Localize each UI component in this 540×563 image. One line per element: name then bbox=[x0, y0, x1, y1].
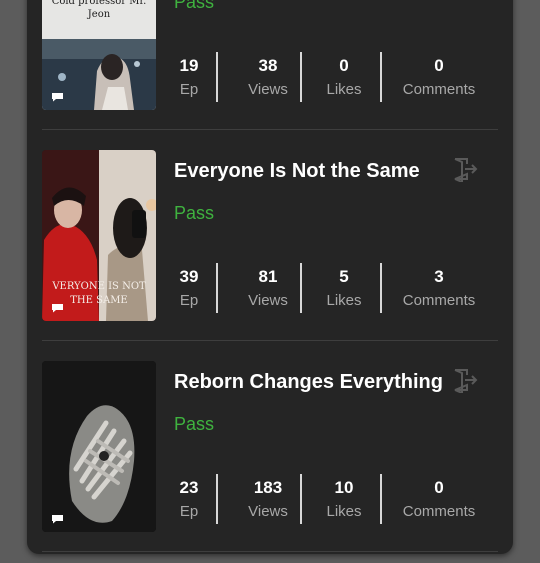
stat-views: 183 Views bbox=[228, 474, 308, 524]
stat-likes: 5 Likes bbox=[314, 263, 374, 313]
story-stats: 39 Ep 81 Views 5 Likes 3 Comments bbox=[174, 263, 498, 313]
stat-label: Ep bbox=[179, 81, 199, 98]
stat-divider bbox=[300, 474, 302, 524]
story-title[interactable]: Reborn Changes Everything bbox=[174, 370, 444, 394]
stat-value: 81 bbox=[258, 267, 278, 286]
story-cover[interactable]: VERYONE IS NOT THE SAME bbox=[42, 150, 156, 321]
stat-label: Comments bbox=[402, 81, 476, 98]
stat-likes: 0 Likes bbox=[314, 52, 374, 102]
card-divider bbox=[42, 340, 498, 341]
stat-label: Likes bbox=[326, 503, 362, 520]
stat-label: Ep bbox=[179, 292, 199, 309]
stat-label: Comments bbox=[402, 503, 476, 520]
stat-label: Views bbox=[248, 81, 288, 98]
stat-value: 0 bbox=[339, 56, 349, 75]
stat-label: Likes bbox=[326, 81, 362, 98]
story-cover[interactable]: Cold professor Mr. Jeon bbox=[42, 0, 156, 110]
stat-value: 0 bbox=[434, 56, 444, 75]
stat-label: Ep bbox=[179, 503, 199, 520]
stat-value: 10 bbox=[334, 478, 354, 497]
story-cover[interactable] bbox=[42, 361, 156, 532]
cover-text: Cold professor Mr. Jeon bbox=[51, 0, 147, 20]
stat-value: 23 bbox=[179, 478, 199, 497]
stat-comments: 0 Comments bbox=[394, 52, 484, 102]
chat-icon bbox=[52, 515, 63, 524]
story-list-panel: Cold professor Mr. Jeon Pass 19 Ep 38 Vi… bbox=[27, 0, 513, 554]
story-status: Pass bbox=[174, 414, 215, 434]
stat-divider bbox=[300, 52, 302, 102]
chat-icon bbox=[52, 93, 63, 102]
stat-episodes: 19 Ep bbox=[174, 52, 204, 102]
stat-divider bbox=[380, 52, 382, 102]
story-card[interactable]: VERYONE IS NOT THE SAME Everyone Is Not … bbox=[42, 150, 498, 341]
stat-divider bbox=[216, 474, 218, 524]
stat-views: 38 Views bbox=[228, 52, 308, 102]
stat-divider bbox=[300, 263, 302, 313]
exit-icon[interactable] bbox=[452, 367, 478, 393]
card-divider bbox=[42, 551, 498, 552]
stat-episodes: 23 Ep bbox=[174, 474, 204, 524]
story-status: Pass bbox=[174, 203, 215, 223]
stat-label: Views bbox=[248, 292, 288, 309]
stat-views: 81 Views bbox=[228, 263, 308, 313]
stat-value: 39 bbox=[179, 267, 199, 286]
stat-likes: 10 Likes bbox=[314, 474, 374, 524]
stat-label: Views bbox=[248, 503, 288, 520]
stat-comments: 0 Comments bbox=[394, 474, 484, 524]
exit-icon[interactable] bbox=[452, 156, 478, 182]
stat-divider bbox=[216, 52, 218, 102]
stat-episodes: 39 Ep bbox=[174, 263, 204, 313]
story-card[interactable]: Reborn Changes Everything Pass 23 Ep 183… bbox=[42, 361, 498, 552]
stat-divider bbox=[380, 263, 382, 313]
stat-divider bbox=[380, 474, 382, 524]
stat-divider bbox=[216, 263, 218, 313]
stat-value: 3 bbox=[434, 267, 444, 286]
stat-value: 0 bbox=[434, 478, 444, 497]
chat-icon bbox=[52, 304, 63, 313]
story-title[interactable]: Everyone Is Not the Same bbox=[174, 159, 444, 183]
stat-value: 183 bbox=[253, 478, 283, 497]
card-divider bbox=[42, 129, 498, 130]
story-stats: 23 Ep 183 Views 10 Likes 0 Comments bbox=[174, 474, 498, 524]
stat-value: 38 bbox=[258, 56, 278, 75]
story-stats: 19 Ep 38 Views 0 Likes 0 Comments bbox=[174, 52, 498, 102]
stat-comments: 3 Comments bbox=[394, 263, 484, 313]
stat-value: 19 bbox=[179, 56, 199, 75]
story-card[interactable]: Cold professor Mr. Jeon Pass 19 Ep 38 Vi… bbox=[42, 0, 498, 130]
stat-label: Likes bbox=[326, 292, 362, 309]
story-status: Pass bbox=[174, 0, 215, 12]
stat-value: 5 bbox=[339, 267, 349, 286]
stat-label: Comments bbox=[402, 292, 476, 309]
